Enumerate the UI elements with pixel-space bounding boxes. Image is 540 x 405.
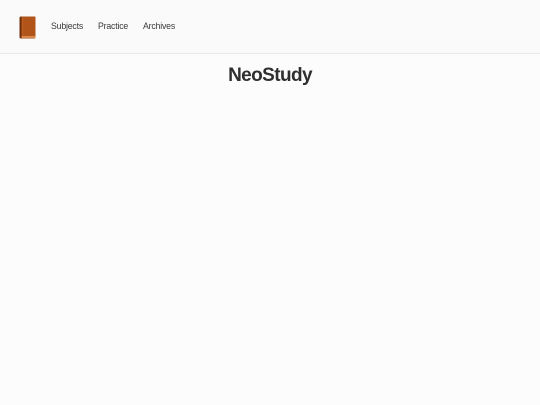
nav-item-subjects[interactable]: Subjects (51, 20, 83, 34)
main-nav: Subjects Practice Archives (51, 20, 177, 34)
nav-item-archives[interactable]: Archives (143, 20, 175, 34)
top-navigation-bar: Subjects Practice Archives (0, 0, 540, 54)
page-title: NeoStudy (228, 65, 312, 86)
main-content (0, 55, 540, 405)
nav-item-practice[interactable]: Practice (98, 20, 128, 34)
book-icon[interactable] (19, 16, 36, 39)
